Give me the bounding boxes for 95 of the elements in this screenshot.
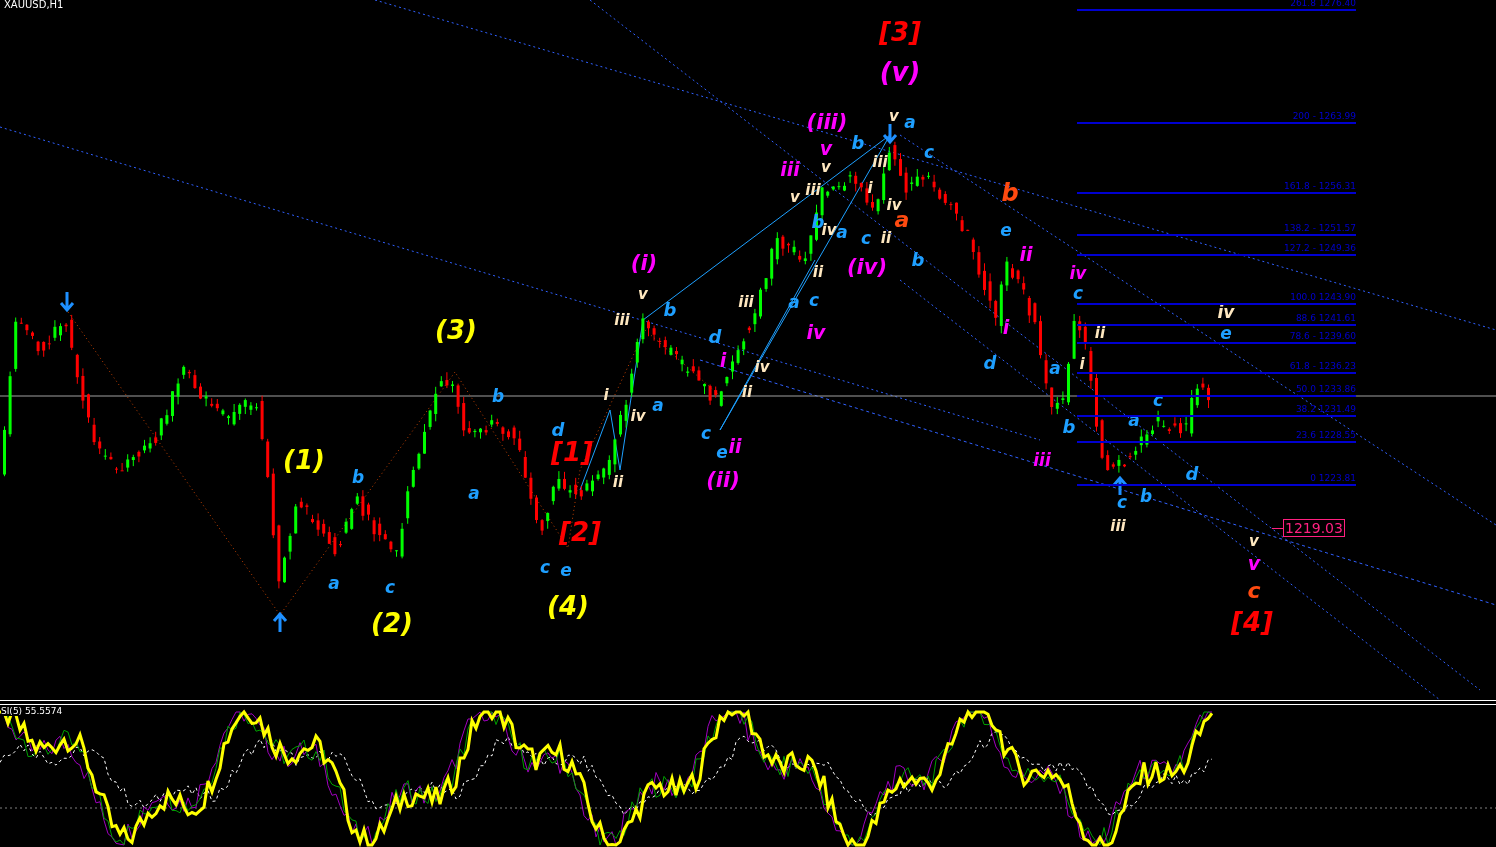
- fib-level-label: 138.2 - 1251.57: [1284, 223, 1356, 234]
- wave-label: b: [1062, 418, 1076, 436]
- wave-label: c: [384, 578, 396, 596]
- wave-label: e: [1000, 221, 1012, 239]
- wave-label: v: [1249, 533, 1259, 549]
- wave-label: (v): [879, 59, 921, 85]
- wave-label: ii: [612, 474, 624, 490]
- wave-label: b: [351, 468, 365, 486]
- wave-label: i: [719, 350, 727, 370]
- wave-label: iv: [630, 408, 646, 424]
- wave-label: i: [603, 387, 609, 403]
- fib-level-label: 127.2 - 1249.36: [1284, 243, 1356, 254]
- wave-label: (2): [371, 610, 413, 636]
- wave-label: a: [468, 484, 480, 502]
- wave-label: (ii): [706, 469, 740, 491]
- wave-label: [4]: [1231, 609, 1273, 635]
- fib-level-label: 88.6 1241.61: [1295, 313, 1356, 324]
- wave-label: b: [663, 301, 677, 319]
- wave-label: (i): [630, 252, 658, 274]
- up-arrow-icon: [1112, 475, 1128, 497]
- fib-level-label: 261.8 1276.40: [1290, 0, 1356, 9]
- wave-label: v: [1247, 553, 1261, 573]
- wave-label: c: [539, 558, 551, 576]
- wave-label: ii: [741, 384, 753, 400]
- wave-label: [1]: [551, 439, 593, 465]
- fib-level-label: 100.0 1243.90: [1290, 292, 1356, 303]
- wave-label: b: [491, 387, 505, 405]
- wave-label: (iii): [806, 111, 848, 133]
- wave-label: v: [638, 286, 648, 302]
- fib-level-label: 23.6 1228.55: [1295, 430, 1356, 441]
- wave-label: ii: [1094, 325, 1106, 341]
- wave-label: b: [1001, 181, 1019, 205]
- wave-label: e: [560, 561, 572, 579]
- wave-label: iv: [754, 359, 770, 375]
- wave-label: b: [851, 134, 865, 152]
- wave-label: c: [1116, 493, 1128, 511]
- fib-level-label: 161.8 - 1256.31: [1284, 181, 1356, 192]
- fib-level-label: 78.6 - 1239.60: [1289, 331, 1356, 342]
- wave-label: iii: [872, 154, 888, 170]
- wave-label: c: [700, 424, 712, 442]
- fib-level-label: 50.0 1233.86: [1295, 384, 1356, 395]
- wave-label: iii: [738, 294, 754, 310]
- wave-label: e: [1220, 324, 1232, 342]
- wave-label: iii: [805, 182, 821, 198]
- wave-label: v: [790, 189, 800, 205]
- wave-label: v: [819, 138, 833, 158]
- symbol-title: XAUUSD,H1: [4, 0, 64, 10]
- indicator-label: SI(5) 55.5574: [1, 707, 63, 716]
- wave-label: e: [716, 443, 728, 461]
- wave-label: iii: [614, 312, 630, 328]
- wave-label: c: [923, 143, 935, 161]
- wave-label: c: [1247, 580, 1261, 602]
- down-arrow-icon: [59, 290, 75, 313]
- wave-label: (4): [547, 593, 589, 619]
- wave-label: a: [1049, 359, 1061, 377]
- wave-label: iv: [1069, 264, 1087, 282]
- fib-level-label: 61.8 - 1236.23: [1289, 361, 1356, 372]
- wave-label: c: [808, 291, 820, 309]
- fib-level-label: 200 - 1263.99: [1292, 111, 1356, 122]
- wave-label: ii: [1019, 244, 1033, 264]
- wave-label: d: [708, 328, 722, 346]
- wave-label: a: [904, 113, 916, 131]
- wave-label: iii: [780, 159, 800, 179]
- fib-level-label: 0 1223.81: [1310, 473, 1356, 484]
- wave-label: i: [1002, 317, 1010, 337]
- wave-label: i: [867, 180, 873, 196]
- up-arrow-icon: [272, 611, 288, 634]
- wave-label: (3): [435, 317, 477, 343]
- wave-label: c: [860, 229, 872, 247]
- wave-label: (1): [283, 447, 325, 473]
- wave-label: iii: [1033, 451, 1051, 469]
- wave-label: a: [652, 396, 664, 414]
- wave-label: [3]: [879, 19, 921, 45]
- down-arrow-icon: [882, 122, 898, 145]
- fib-level-label: 38.2 1231.49: [1295, 404, 1356, 415]
- wave-label: b: [911, 251, 925, 269]
- wave-label: v: [821, 159, 831, 175]
- wave-label: ii: [812, 264, 824, 280]
- wave-label: i: [1079, 356, 1085, 372]
- wave-label: ii: [728, 436, 742, 456]
- wave-label: a: [836, 223, 848, 241]
- wave-label: iv: [806, 322, 826, 342]
- wave-label: ii: [880, 230, 892, 246]
- price-tag: 1219.03: [1283, 519, 1345, 537]
- wave-label: a: [328, 574, 340, 592]
- wave-label: d: [551, 421, 565, 439]
- wave-label: d: [1185, 465, 1199, 483]
- wave-label: iii: [1110, 518, 1126, 534]
- wave-label: [2]: [559, 519, 601, 545]
- wave-label: v: [889, 108, 899, 124]
- wave-label: d: [983, 354, 997, 372]
- wave-label: iv: [1217, 303, 1235, 321]
- wave-label: b: [1139, 487, 1153, 505]
- wave-label: (iv): [846, 256, 888, 278]
- wave-label: c: [1072, 284, 1084, 302]
